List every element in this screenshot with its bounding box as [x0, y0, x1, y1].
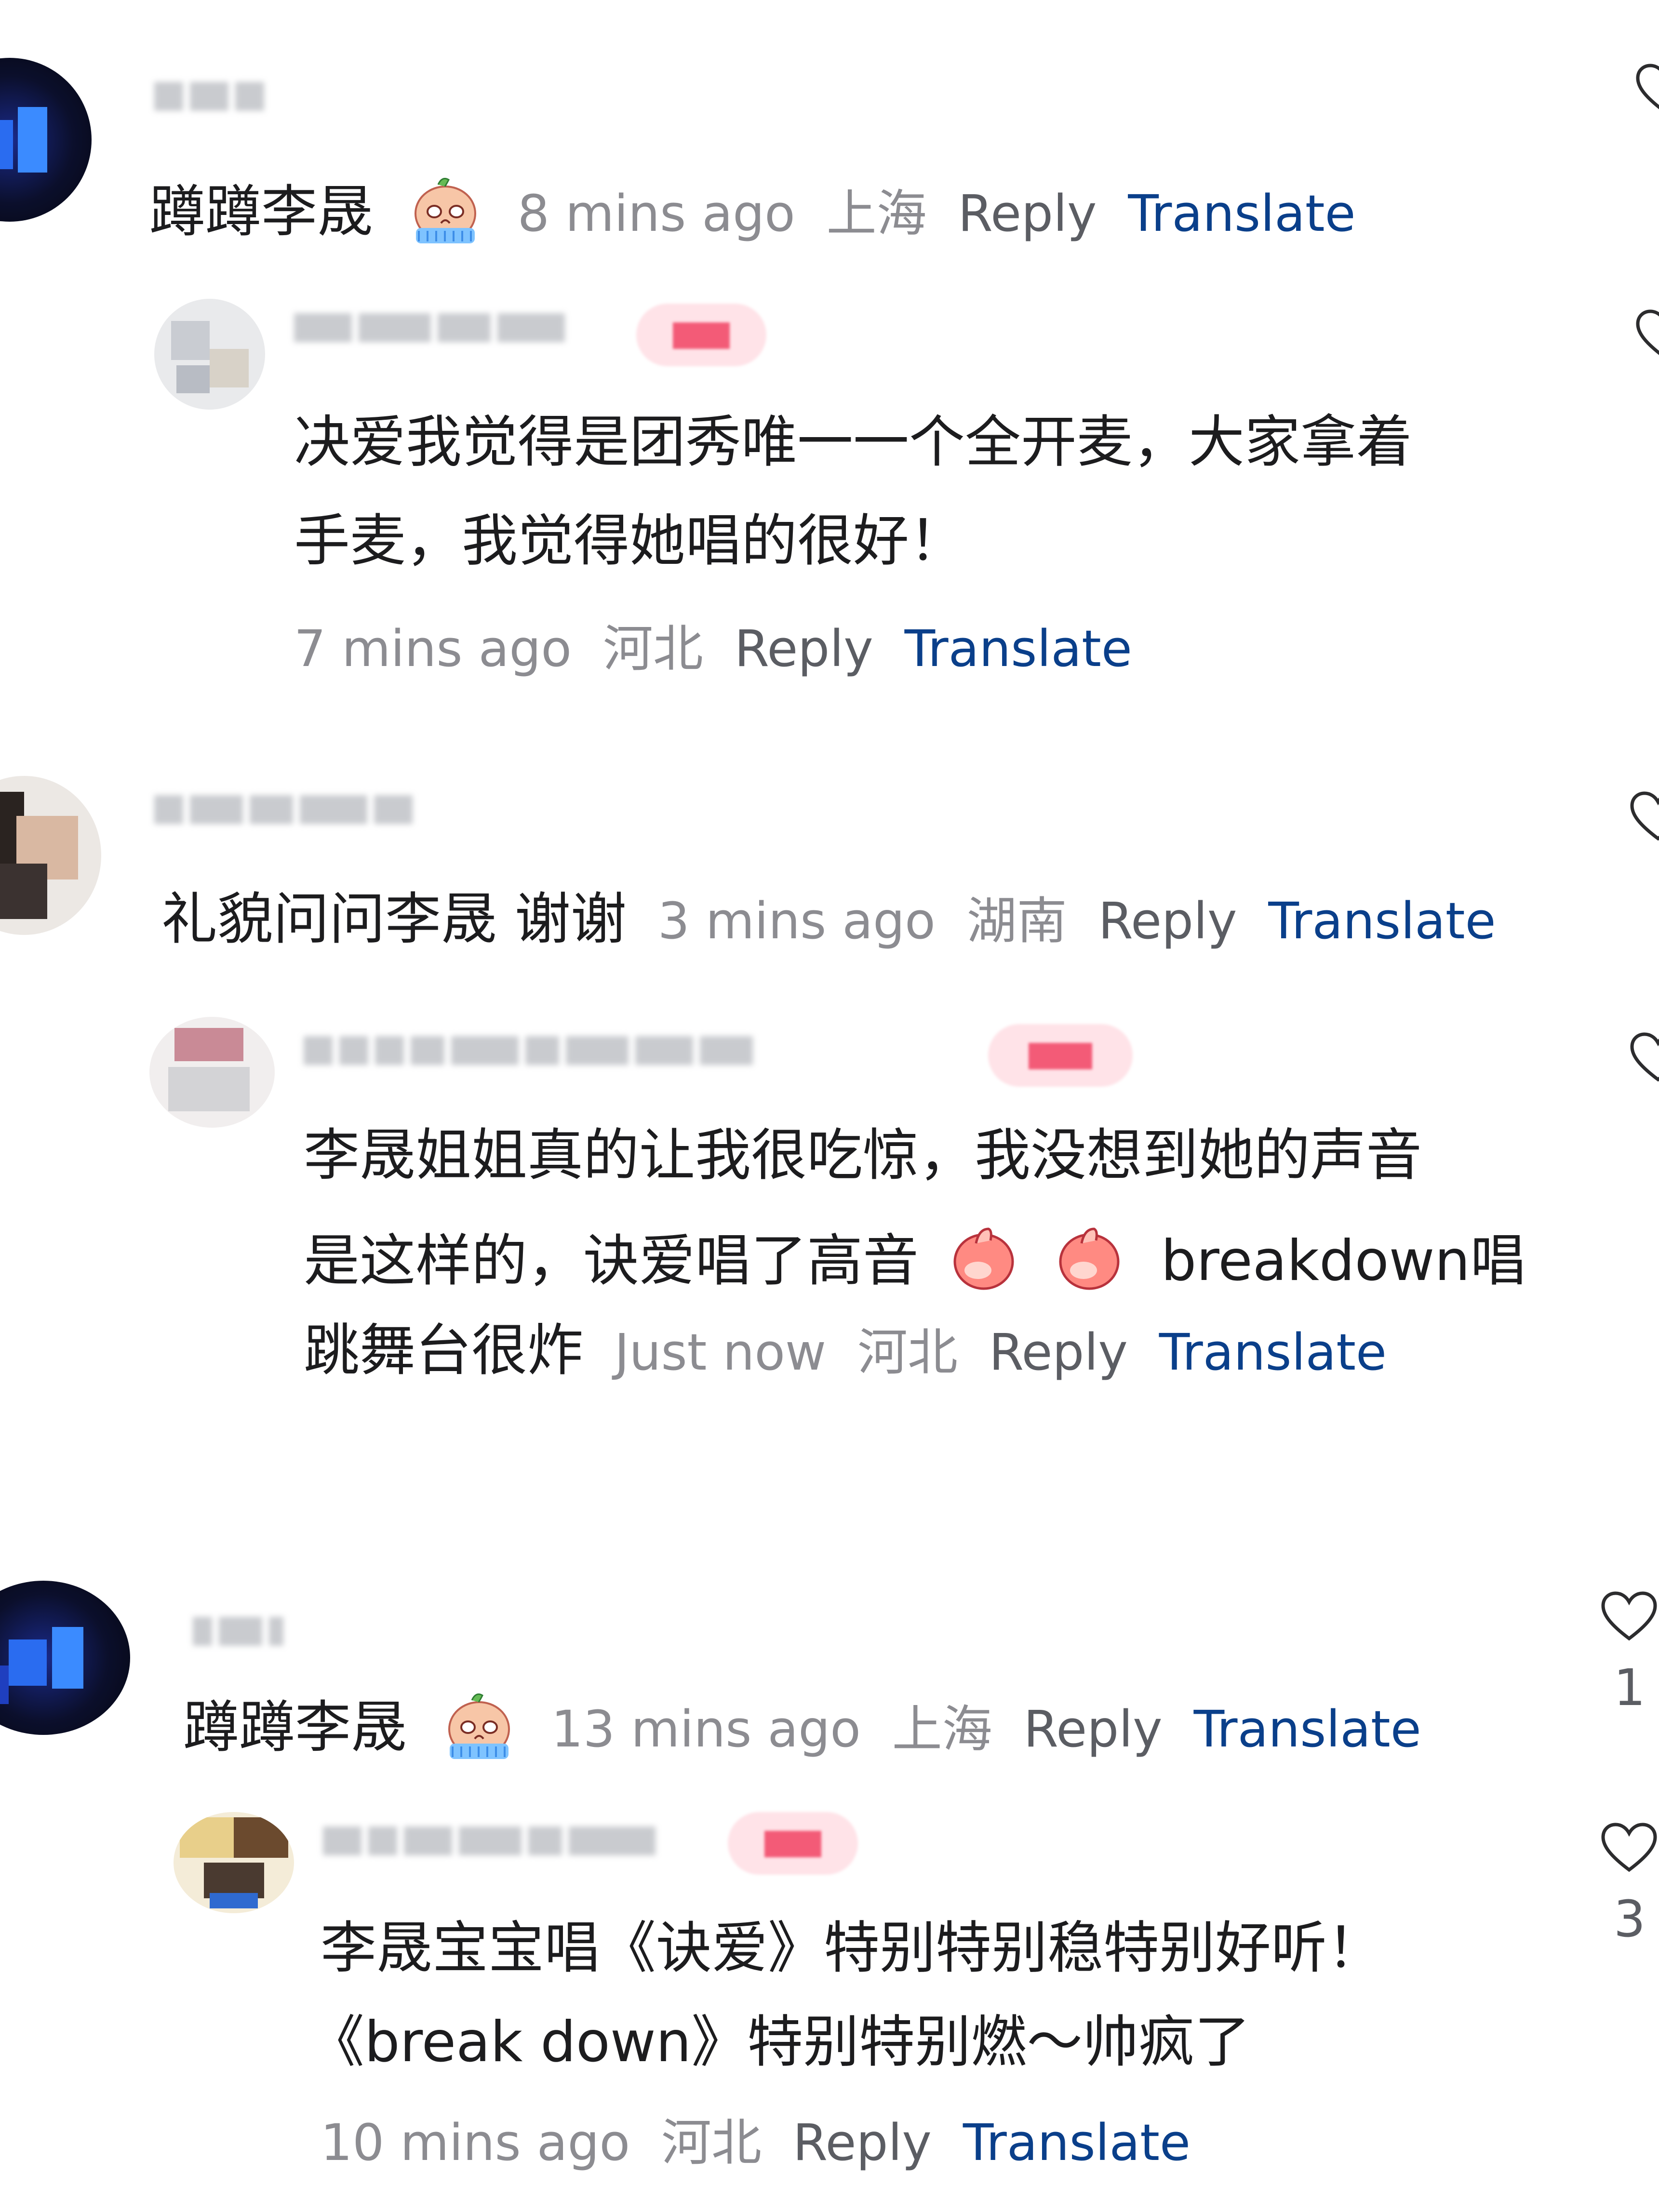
- like-button[interactable]: [1629, 1031, 1659, 1084]
- comment-text: 礼貌问问李晟 谢谢: [161, 887, 627, 952]
- comment-text-line1: 决爱我觉得是团秀唯一一个全开麦，大家拿着: [294, 410, 1412, 475]
- avatar[interactable]: [154, 299, 265, 410]
- comment-meta: 10 mins ago 河北 Reply Translate: [321, 2113, 1191, 2169]
- location: 河北: [661, 2113, 762, 2172]
- avatar[interactable]: [0, 1581, 130, 1735]
- author-badge: [728, 1812, 858, 1875]
- heart-icon: [1630, 1032, 1659, 1082]
- comment-text-line2: 《break down》特别特别燃～帅疯了: [308, 2010, 1251, 2075]
- reply-button[interactable]: Reply: [793, 2113, 932, 2172]
- translate-button[interactable]: Translate: [963, 2113, 1191, 2172]
- translate-button[interactable]: Translate: [905, 619, 1132, 678]
- reply-button[interactable]: Reply: [1024, 1700, 1163, 1759]
- crying-face-emoji: [438, 1687, 520, 1764]
- comment-text-line1: 李晟姐姐真的让我很吃惊，我没想到她的声音: [304, 1123, 1422, 1188]
- like-count: 3: [1613, 1890, 1646, 1948]
- timestamp: 8 mins ago: [517, 184, 795, 243]
- comment-text-line2: 手麦，我觉得她唱的很好！: [294, 508, 965, 573]
- like-button[interactable]: [1635, 308, 1659, 361]
- comment-text-line2: 是这样的，诀爱唱了高音 breakdown唱: [304, 1224, 1526, 1292]
- username-redacted: [193, 1617, 308, 1651]
- comment-text: 蹲蹲李晟: [183, 1695, 407, 1760]
- location: 河北: [857, 1323, 958, 1382]
- comment-text-line3: 跳舞台很炸 Just now 河北 Reply Translate: [304, 1318, 1387, 1383]
- username-redacted: [304, 1036, 945, 1070]
- heart-icon: [1601, 1823, 1657, 1872]
- comment-line: 蹲蹲李晟 13 mins ago 上海 Reply Translate: [183, 1687, 1421, 1764]
- location: 上海: [892, 1700, 992, 1759]
- timestamp: 7 mins ago: [294, 619, 572, 678]
- heart-icon: [1601, 1591, 1657, 1641]
- timestamp: 13 mins ago: [551, 1700, 861, 1759]
- like-count: 1: [1613, 1658, 1646, 1717]
- translate-button[interactable]: Translate: [1159, 1323, 1387, 1382]
- reply-button[interactable]: Reply: [1098, 892, 1237, 950]
- avatar[interactable]: [0, 58, 92, 222]
- reply-button[interactable]: Reply: [958, 184, 1097, 243]
- comment-line: 礼貌问问李晟 谢谢 3 mins ago 湖南 Reply Translate: [161, 892, 1496, 947]
- crying-face-emoji: [404, 171, 486, 248]
- comment-meta: 7 mins ago 河北 Reply Translate: [294, 619, 1132, 675]
- like-button[interactable]: 3: [1600, 1822, 1659, 1944]
- avatar[interactable]: [149, 1017, 275, 1128]
- comment-text-line1: 李晟宝宝唱《诀爱》特别特别稳特别好听！: [321, 1916, 1383, 1981]
- timestamp: 10 mins ago: [321, 2113, 630, 2172]
- comment-text: 蹲蹲李晟: [149, 179, 373, 244]
- heart-icon: [1630, 791, 1659, 841]
- like-button[interactable]: [1635, 63, 1659, 116]
- username-redacted: [154, 82, 280, 116]
- avatar[interactable]: [174, 1812, 294, 1913]
- translate-button[interactable]: Translate: [1128, 184, 1355, 243]
- timestamp: 3 mins ago: [657, 892, 936, 950]
- heart-icon: [1636, 64, 1659, 109]
- location: 湖南: [966, 892, 1067, 950]
- timestamp: Just now: [614, 1323, 827, 1382]
- translate-button[interactable]: Translate: [1194, 1700, 1421, 1759]
- heart-icon: [1636, 309, 1659, 355]
- reply-button[interactable]: Reply: [989, 1323, 1128, 1382]
- thumbs-up-emoji: [1056, 1224, 1123, 1292]
- translate-button[interactable]: Translate: [1268, 892, 1496, 950]
- like-button[interactable]: 1: [1600, 1590, 1659, 1713]
- reply-button[interactable]: Reply: [735, 619, 873, 678]
- author-badge: [636, 304, 766, 366]
- thumbs-up-emoji: [950, 1224, 1017, 1292]
- like-button[interactable]: [1629, 790, 1659, 843]
- comment-line: 蹲蹲李晟 8 mins ago 上海 Reply Translate: [149, 171, 1356, 248]
- location: 河北: [602, 619, 703, 678]
- avatar[interactable]: [0, 776, 101, 935]
- username-redacted: [154, 795, 463, 829]
- author-badge: [988, 1024, 1133, 1087]
- username-redacted: [323, 1826, 709, 1860]
- username-redacted: [294, 313, 602, 347]
- location: 上海: [826, 184, 927, 243]
